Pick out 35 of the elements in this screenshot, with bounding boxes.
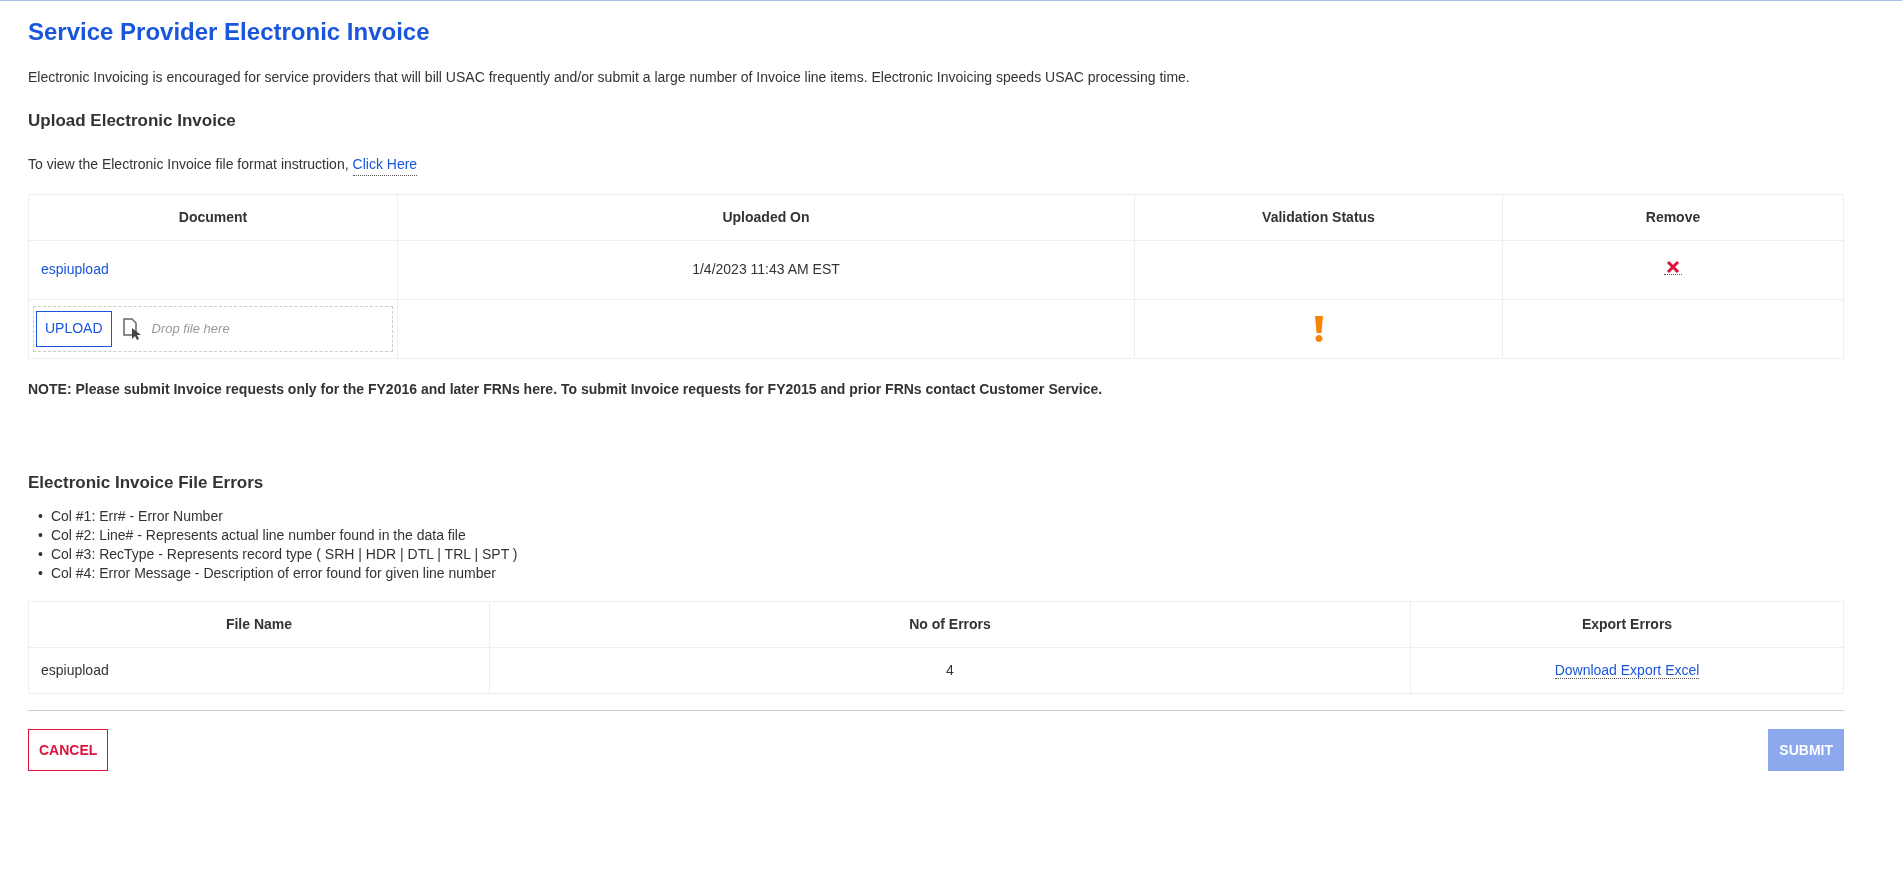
page-title: Service Provider Electronic Invoice (28, 17, 431, 47)
remove-button[interactable] (1664, 260, 1682, 275)
table-cell: 1/4/2023 11:43 AM EST (397, 240, 1135, 299)
intro-text: Electronic Invoicing is encouraged for service providers that will bill USAC frequently and/or submit a large number of Invoice line items. Electronic Invoicing speeds USAC processing time. (28, 68, 1191, 87)
section-heading: Electronic Invoice File Errors (28, 471, 265, 494)
table-cell: espiupload (28, 647, 490, 694)
drop-zone[interactable]: UPLOAD Drop file here (33, 305, 393, 352)
column-header: Document (28, 194, 398, 240)
document-link[interactable]: espiupload (41, 261, 109, 277)
instruction-text: To view the Electronic Invoice file format instruction, (28, 155, 349, 174)
drop-placeholder: Drop file here (151, 319, 230, 338)
column-header: Uploaded On (397, 194, 1135, 240)
column-header: No of Errors (489, 601, 1411, 648)
column-header: Export Errors (1410, 601, 1844, 648)
upload-button[interactable]: UPLOAD (36, 310, 112, 347)
download-link[interactable]: Download Export Excel (1554, 662, 1700, 679)
column-header: Validation Status (1134, 194, 1503, 240)
note-text: NOTE: Please submit Invoice requests only for the FY2016 and later FRNs here. To submit Invoice requests for FY2015 and prior FRNs contact Customer Service. (28, 379, 1104, 399)
table-cell: 4 (489, 647, 1411, 694)
file-cursor-icon (121, 317, 142, 340)
section-heading: Upload Electronic Invoice (28, 110, 237, 132)
bullet: • (38, 526, 43, 545)
cancel-button[interactable]: CANCEL (28, 729, 109, 771)
bullet: • (38, 564, 43, 583)
list-item: Col #2: Line# - Represents actual line number found in the data file (50, 526, 466, 545)
list-item: Col #4: Error Message - Description of error found for given line number (50, 564, 496, 583)
bullet: • (38, 507, 43, 526)
bullet: • (38, 545, 43, 564)
list-item: Col #3: RecType - Represents record type ( SRH | HDR | DTL | TRL | SPT ) (50, 545, 518, 564)
warning-icon (1313, 314, 1324, 343)
column-header: File Name (28, 601, 490, 648)
list-item: Col #1: Err# - Error Number (50, 507, 223, 526)
click-here-link[interactable]: Click Here (352, 153, 418, 176)
close-icon (1666, 260, 1680, 274)
column-header: Remove (1502, 194, 1844, 240)
